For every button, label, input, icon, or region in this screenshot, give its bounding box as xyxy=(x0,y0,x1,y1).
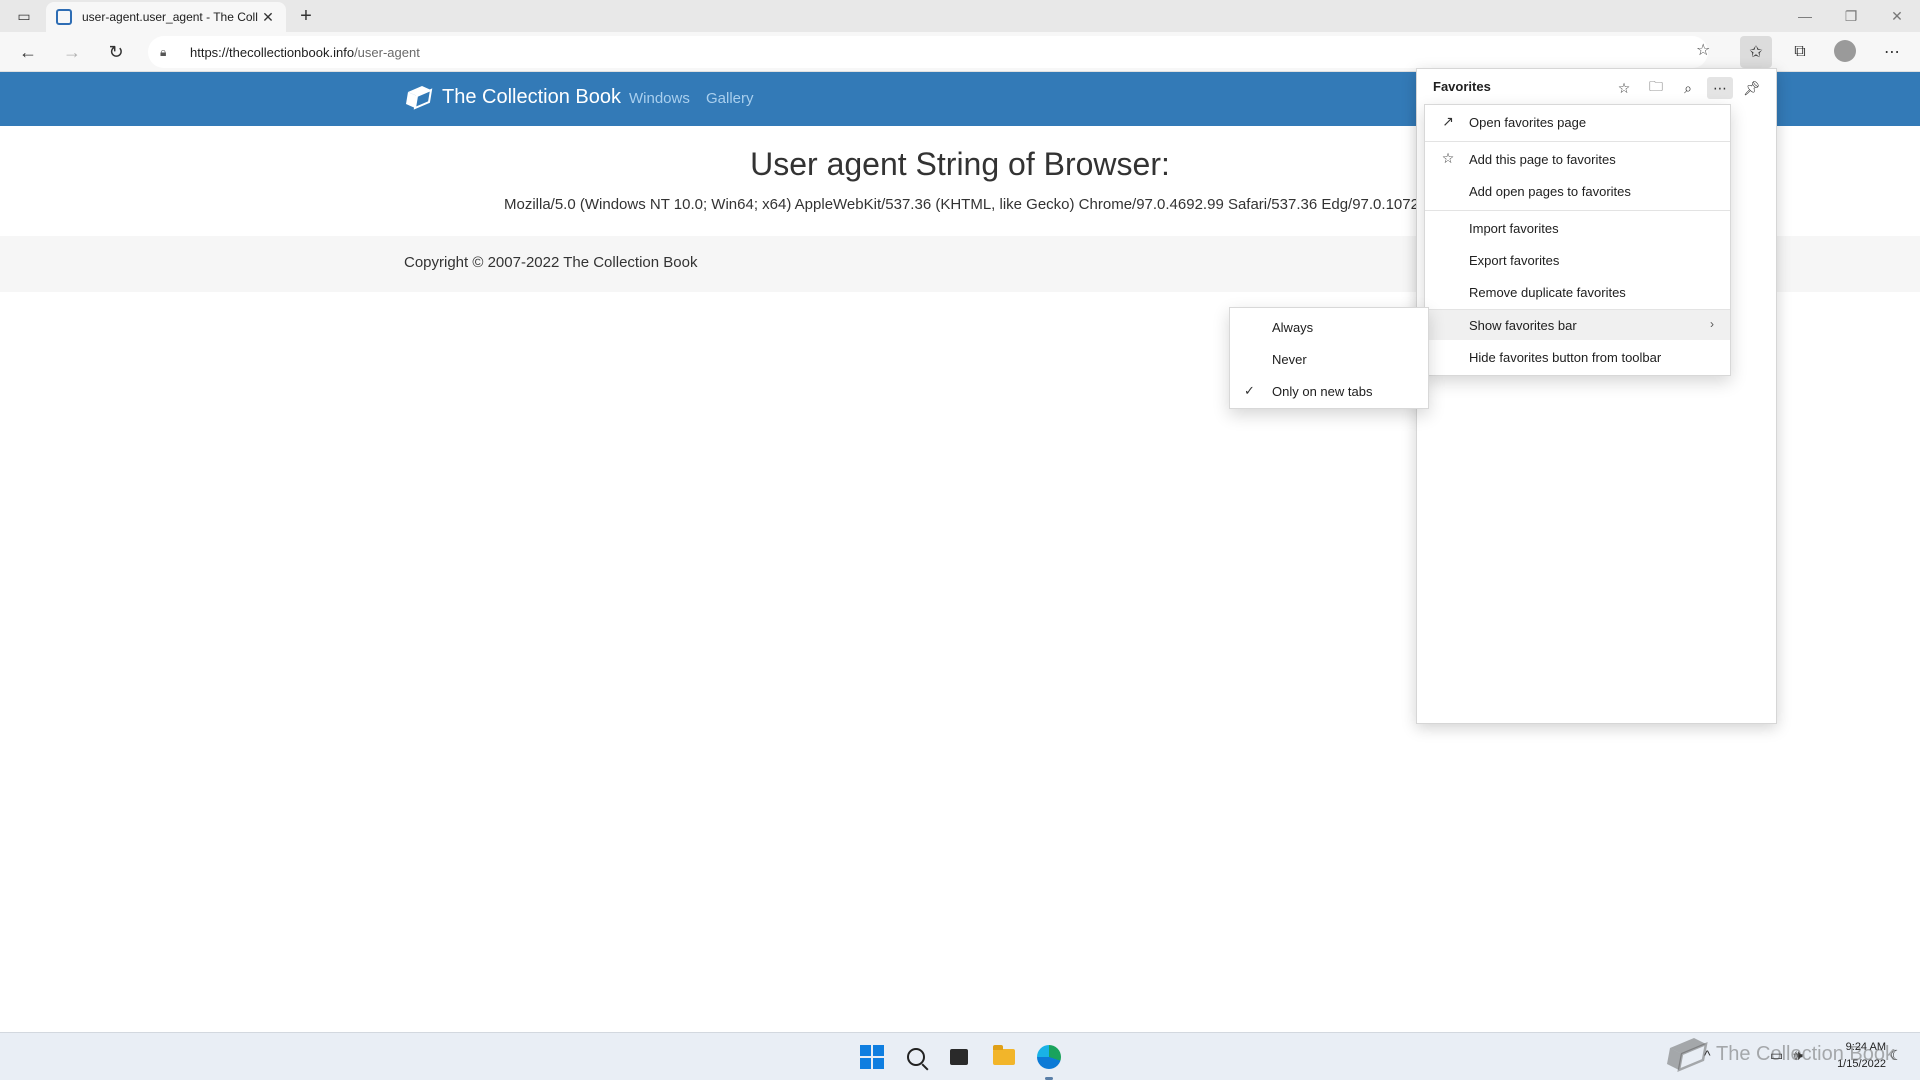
tab-title: user-agent.user_agent - The Coll xyxy=(82,10,258,24)
search-button[interactable] xyxy=(902,1043,930,1071)
task-view-button[interactable] xyxy=(945,1043,973,1071)
copyright-text: Copyright © 2007-2022 The Collection Boo… xyxy=(404,254,698,271)
forward-button[interactable]: → xyxy=(56,38,88,66)
watermark-text: The Collection Book xyxy=(1716,1042,1895,1065)
chevron-right-icon: › xyxy=(1710,317,1714,331)
export-favorites-item[interactable]: Export favorites xyxy=(1425,245,1730,275)
menu-item-label: Remove duplicate favorites xyxy=(1469,284,1626,300)
address-toolbar: ← → ↻ 🔒︎ https://thecollectionbook.info /… xyxy=(0,32,1920,72)
browser-tab[interactable]: user-agent.user_agent - The Coll ✕ xyxy=(46,2,286,32)
url-host: https://thecollectionbook.info xyxy=(190,44,355,60)
taskbar: ^ ▭ 🕪︎ 9:24 AM 1/15/2022 ☾ xyxy=(0,1032,1920,1080)
address-bar[interactable]: 🔒︎ https://thecollectionbook.info/user-a… xyxy=(148,36,1708,68)
menu-divider xyxy=(1425,141,1730,142)
file-explorer-button[interactable] xyxy=(990,1043,1018,1071)
refresh-button[interactable]: ↻ xyxy=(100,38,132,66)
open-external-icon: ↗ xyxy=(1442,113,1454,129)
back-button[interactable]: ← xyxy=(12,38,44,66)
restore-button[interactable]: ❐ xyxy=(1828,0,1874,32)
add-favorite-icon[interactable]: ☆ xyxy=(1611,77,1637,99)
add-favorite-star-icon[interactable]: ☆ xyxy=(1696,40,1710,60)
submenu-item-never[interactable]: Never xyxy=(1230,344,1428,374)
menu-item-label: Open favorites page xyxy=(1469,114,1587,130)
checkmark-icon: ✓ xyxy=(1244,383,1255,398)
search-icon[interactable]: ⌕ xyxy=(1675,77,1701,99)
favorites-title: Favorites xyxy=(1433,79,1491,94)
lock-icon[interactable]: 🔒︎ xyxy=(160,45,174,60)
show-favorites-bar-item[interactable]: Show favorites bar › xyxy=(1425,310,1730,340)
menu-item-label: Hide favorites button from toolbar xyxy=(1469,349,1662,365)
folder-icon xyxy=(993,1045,1015,1065)
show-favorites-bar-submenu: Always Never ✓ Only on new tabs xyxy=(1229,307,1429,409)
site-brand-link[interactable]: The Collection Book xyxy=(404,84,621,110)
windows-logo-icon xyxy=(860,1045,884,1069)
site-favicon-icon xyxy=(56,9,72,25)
add-favorite-icon: ☆ xyxy=(1441,150,1455,166)
open-favorites-page-item[interactable]: ↗ Open favorites page xyxy=(1425,107,1730,137)
submenu-item-label: Always xyxy=(1272,319,1314,335)
menu-item-label: Add this page to favorites xyxy=(1469,151,1616,167)
import-favorites-item[interactable]: Import favorites xyxy=(1425,213,1730,243)
search-icon xyxy=(907,1048,925,1066)
edge-icon xyxy=(1037,1045,1061,1069)
favorites-more-menu: ↗ Open favorites page ☆ Add this page to… xyxy=(1424,104,1731,376)
tab-strip: ▭ user-agent.user_agent - The Coll ✕ + —… xyxy=(0,0,1920,32)
minimize-button[interactable]: — xyxy=(1782,0,1828,32)
submenu-item-always[interactable]: Always xyxy=(1230,312,1428,342)
url-path: /user-agent xyxy=(354,44,420,60)
add-folder-icon[interactable]: 🗀︎ xyxy=(1643,77,1669,99)
task-view-icon xyxy=(950,1049,968,1065)
submenu-item-label: Only on new tabs xyxy=(1272,383,1373,399)
menu-item-label: Export favorites xyxy=(1469,252,1560,268)
settings-more-button[interactable]: ⋯ xyxy=(1876,36,1908,68)
nav-link-windows[interactable]: Windows xyxy=(629,90,690,107)
tab-actions-icon[interactable]: ▭ xyxy=(10,6,38,26)
close-window-button[interactable]: ✕ xyxy=(1874,0,1920,32)
add-this-page-item[interactable]: ☆ Add this page to favorites xyxy=(1425,144,1730,174)
profile-avatar[interactable] xyxy=(1834,40,1856,62)
submenu-item-label: Never xyxy=(1272,351,1307,367)
new-tab-button[interactable]: + xyxy=(294,4,318,28)
menu-item-label: Import favorites xyxy=(1469,220,1559,236)
submenu-item-only-new-tabs[interactable]: ✓ Only on new tabs xyxy=(1230,376,1428,406)
book-logo-icon xyxy=(406,86,433,110)
hide-favorites-button-item[interactable]: Hide favorites button from toolbar xyxy=(1425,342,1730,372)
pin-icon[interactable]: 📌︎ xyxy=(1739,77,1765,99)
add-open-pages-item[interactable]: Add open pages to favorites xyxy=(1425,176,1730,206)
remove-duplicates-item[interactable]: Remove duplicate favorites xyxy=(1425,277,1730,307)
watermark: The Collection Book xyxy=(1666,1034,1895,1074)
edge-taskbar-button[interactable] xyxy=(1035,1043,1063,1071)
user-agent-string: Mozilla/5.0 (Windows NT 10.0; Win64; x64… xyxy=(504,196,1440,213)
collections-button[interactable]: ⧉ xyxy=(1784,36,1816,68)
menu-divider xyxy=(1425,210,1730,211)
menu-item-label: Add open pages to favorites xyxy=(1469,183,1631,199)
close-tab-icon[interactable]: ✕ xyxy=(260,9,276,26)
nav-link-gallery[interactable]: Gallery xyxy=(706,90,754,107)
more-options-icon[interactable]: ⋯ xyxy=(1707,77,1733,99)
menu-item-label: Show favorites bar xyxy=(1469,317,1577,333)
favorites-button[interactable]: ✩ xyxy=(1740,36,1772,68)
start-button[interactable] xyxy=(858,1043,886,1071)
brand-name: The Collection Book xyxy=(442,85,621,108)
book-watermark-icon xyxy=(1667,1038,1708,1073)
